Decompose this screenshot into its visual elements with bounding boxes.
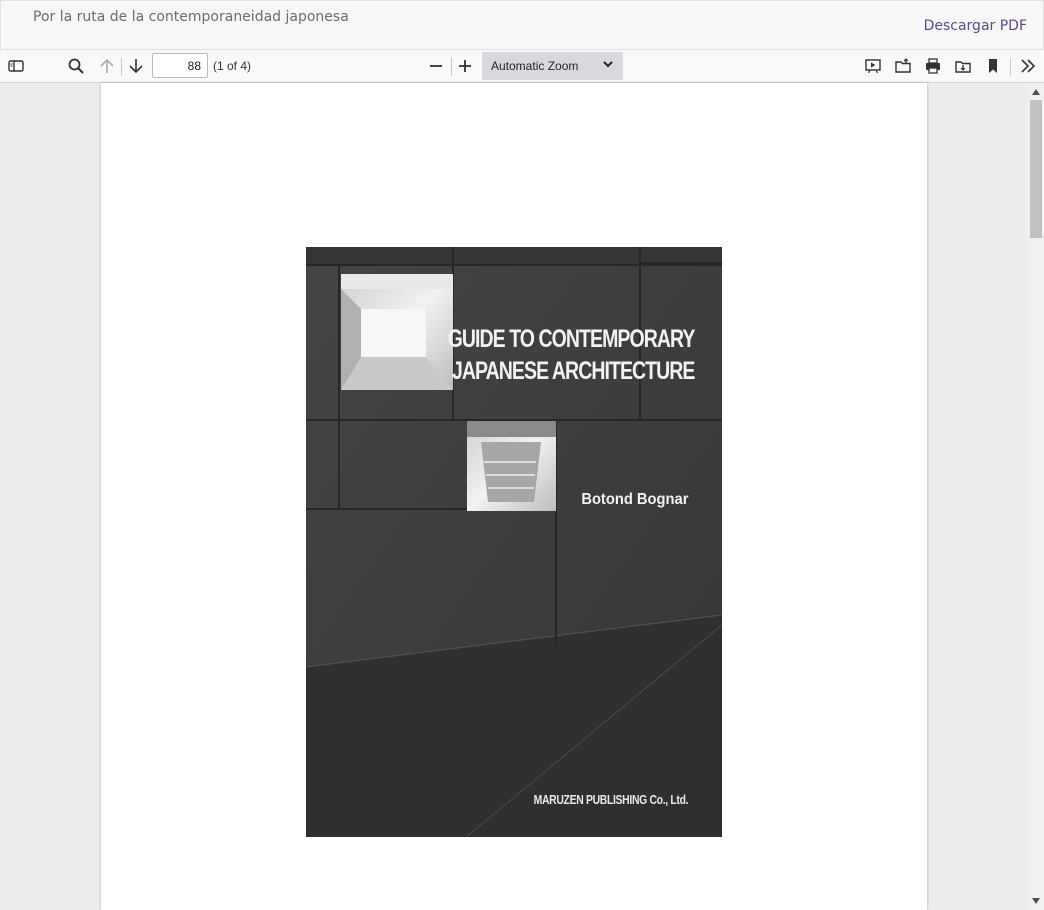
print-icon xyxy=(926,58,940,74)
vertical-scrollbar[interactable] xyxy=(1027,83,1044,910)
scroll-up-button[interactable] xyxy=(1027,85,1044,99)
tools-menu-button[interactable] xyxy=(1016,54,1040,78)
download-button[interactable] xyxy=(951,54,975,78)
pdf-toolbar: (1 of 4) Automatic Zoom xyxy=(0,50,1044,83)
arrow-down-icon xyxy=(129,59,143,74)
document-title: Por la ruta de la contemporaneidad japon… xyxy=(33,9,349,25)
zoom-in-button[interactable] xyxy=(453,54,477,78)
sidebar-toggle-button[interactable] xyxy=(4,54,28,78)
triangle-down-icon xyxy=(1031,898,1040,904)
pdf-page: GUIDE TO CONTEMPORARY JAPANESE ARCHITECT… xyxy=(101,83,927,910)
page-count-label: (1 of 4) xyxy=(213,59,252,73)
pdf-viewer[interactable]: GUIDE TO CONTEMPORARY JAPANESE ARCHITECT… xyxy=(0,83,1044,910)
page-number-input[interactable] xyxy=(152,53,208,78)
presentation-icon xyxy=(865,59,881,74)
open-file-icon xyxy=(895,58,911,73)
print-button[interactable] xyxy=(921,54,945,78)
sidebar-toggle-icon xyxy=(8,60,24,72)
bookmark-icon xyxy=(989,59,997,73)
download-icon xyxy=(955,61,971,73)
zoom-select[interactable]: Automatic Zoom xyxy=(482,52,623,80)
cover-title-line-2: JAPANESE ARCHITECTURE xyxy=(451,357,694,385)
open-file-button[interactable] xyxy=(891,54,915,78)
plus-icon xyxy=(459,60,471,72)
book-cover-image: GUIDE TO CONTEMPORARY JAPANESE ARCHITECT… xyxy=(306,247,722,837)
cover-author: Botond Bognar xyxy=(580,491,688,508)
scroll-down-button[interactable] xyxy=(1027,894,1044,908)
cover-title-line-1: GUIDE TO CONTEMPORARY xyxy=(447,325,695,353)
cover-publisher: MARUZEN PUBLISHING Co., Ltd. xyxy=(533,792,688,807)
double-chevron-right-icon xyxy=(1021,59,1036,73)
title-bar: Por la ruta de la contemporaneidad japon… xyxy=(0,0,1044,50)
previous-page-button[interactable] xyxy=(95,54,119,78)
scrollbar-thumb[interactable] xyxy=(1030,100,1042,238)
download-pdf-link[interactable]: Descargar PDF xyxy=(924,18,1027,34)
next-page-button[interactable] xyxy=(124,54,148,78)
chevron-down-icon xyxy=(603,61,613,68)
toolbar-separator xyxy=(121,58,122,76)
minus-icon xyxy=(430,65,442,67)
presentation-mode-button[interactable] xyxy=(861,54,885,78)
cover-title: GUIDE TO CONTEMPORARY JAPANESE ARCHITECT… xyxy=(447,323,695,387)
zoom-value: Automatic Zoom xyxy=(491,59,579,73)
toolbar-separator xyxy=(1010,58,1011,76)
toolbar-separator xyxy=(451,58,452,76)
search-button[interactable] xyxy=(64,54,88,78)
search-icon xyxy=(68,58,84,74)
triangle-up-icon xyxy=(1031,89,1040,95)
zoom-out-button[interactable] xyxy=(424,54,448,78)
bookmark-button[interactable] xyxy=(981,54,1005,78)
arrow-up-icon xyxy=(100,58,114,73)
